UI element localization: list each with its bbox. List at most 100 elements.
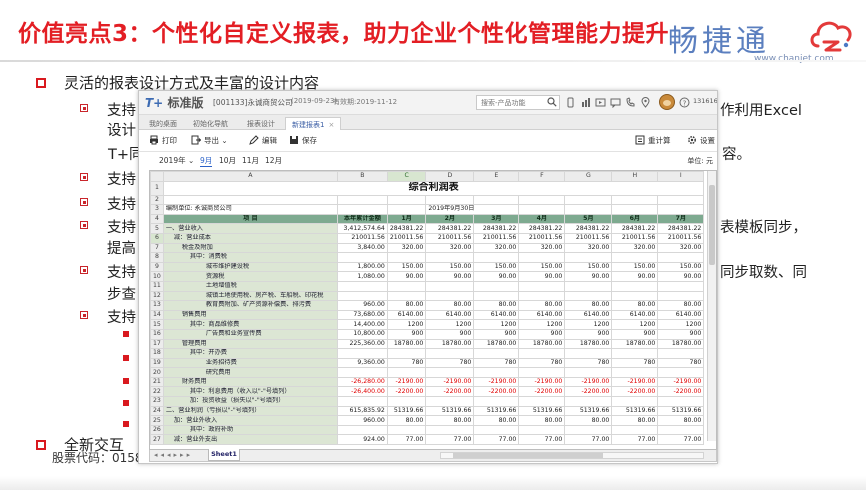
item-label-cell[interactable]: 管理费用	[162, 338, 338, 350]
cell[interactable]	[425, 194, 475, 206]
value-cell[interactable]: 900	[425, 328, 475, 340]
value-cell[interactable]: 210011.56	[425, 232, 475, 244]
value-cell[interactable]: 150.00	[564, 261, 613, 273]
value-cell[interactable]	[425, 424, 475, 436]
item-label-cell[interactable]: 业务招待费	[162, 357, 338, 369]
value-cell[interactable]	[386, 290, 427, 302]
value-cell[interactable]: 80.00	[425, 300, 475, 311]
value-cell[interactable]: 51319.66	[564, 405, 613, 417]
value-cell[interactable]	[518, 252, 566, 263]
value-cell[interactable]: 80.00	[518, 300, 566, 311]
value-cell[interactable]: -2190.00	[657, 376, 705, 388]
mascot-icon[interactable]	[659, 94, 675, 110]
column-header-E[interactable]: E	[473, 171, 520, 182]
value-cell[interactable]	[611, 348, 659, 359]
column-header-C[interactable]: C	[386, 171, 427, 182]
value-cell[interactable]	[611, 280, 659, 292]
value-cell[interactable]: -2200.00	[564, 386, 613, 398]
value-cell[interactable]: 51319.66	[386, 405, 427, 417]
cell[interactable]	[473, 194, 520, 206]
value-cell[interactable]: 150.00	[473, 261, 520, 273]
value-cell[interactable]	[564, 348, 613, 359]
value-cell[interactable]: 210011.56	[336, 232, 388, 244]
header-cell[interactable]: 7月	[657, 213, 705, 225]
month-9-button[interactable]: 9月	[200, 155, 213, 167]
report-title-cell[interactable]: 综合利润表	[162, 180, 705, 196]
item-label-cell[interactable]: 二、营业利润（亏损以"-"号填列）	[162, 405, 338, 417]
value-cell[interactable]: 924.00	[336, 434, 388, 446]
value-cell[interactable]: 6140.00	[611, 309, 659, 321]
value-cell[interactable]: 90.00	[473, 271, 520, 282]
value-cell[interactable]: -2200.00	[518, 386, 566, 398]
item-label-cell[interactable]: 城镇土地使用税、房产税、车船税、印花税	[162, 290, 338, 302]
value-cell[interactable]: -2190.00	[564, 376, 613, 388]
value-cell[interactable]: 320.00	[657, 242, 705, 254]
value-cell[interactable]	[336, 252, 388, 263]
value-cell[interactable]: 80.00	[564, 415, 613, 426]
value-cell[interactable]: 900	[386, 328, 427, 340]
value-cell[interactable]: 18780.00	[473, 338, 520, 350]
value-cell[interactable]: 780	[657, 357, 705, 369]
value-cell[interactable]: 77.00	[425, 434, 475, 446]
value-cell[interactable]: 284381.22	[518, 223, 566, 234]
header-cell[interactable]: 本年累计金额	[336, 213, 388, 225]
item-label-cell[interactable]: 其中：开办费	[162, 348, 338, 359]
cell[interactable]	[386, 194, 427, 206]
value-cell[interactable]: 150.00	[518, 261, 566, 273]
value-cell[interactable]: 6140.00	[473, 309, 520, 321]
value-cell[interactable]	[518, 290, 566, 302]
vertical-scrollbar[interactable]	[707, 171, 716, 441]
item-label-cell[interactable]: 加：投资收益（损失以"-"号填列）	[162, 396, 338, 407]
value-cell[interactable]: 900	[657, 328, 705, 340]
item-label-cell[interactable]: 税金及附加	[162, 242, 338, 254]
value-cell[interactable]: -2200.00	[473, 386, 520, 398]
value-cell[interactable]: -2190.00	[611, 376, 659, 388]
value-cell[interactable]: 90.00	[611, 271, 659, 282]
value-cell[interactable]	[518, 348, 566, 359]
header-cell[interactable]: 2月	[425, 213, 475, 225]
value-cell[interactable]: 3,840.00	[336, 242, 388, 254]
item-label-cell[interactable]: 一、营业收入	[162, 223, 338, 234]
value-cell[interactable]	[336, 424, 388, 436]
item-label-cell[interactable]: 研究费用	[162, 367, 338, 378]
cell[interactable]	[657, 204, 705, 215]
value-cell[interactable]: -2200.00	[425, 386, 475, 398]
value-cell[interactable]	[518, 424, 566, 436]
search-icon[interactable]	[547, 97, 557, 107]
value-cell[interactable]	[611, 252, 659, 263]
value-cell[interactable]: 18780.00	[611, 338, 659, 350]
column-header-D[interactable]: D	[425, 171, 475, 182]
value-cell[interactable]: -2200.00	[657, 386, 705, 398]
value-cell[interactable]	[336, 290, 388, 302]
value-cell[interactable]: 1200	[425, 319, 475, 330]
value-cell[interactable]: 14,400.00	[336, 319, 388, 330]
value-cell[interactable]: 18780.00	[564, 338, 613, 350]
value-cell[interactable]: 6140.00	[518, 309, 566, 321]
corner-cell[interactable]	[150, 171, 164, 182]
value-cell[interactable]: 210011.56	[657, 232, 705, 244]
value-cell[interactable]	[386, 424, 427, 436]
value-cell[interactable]: 210011.56	[386, 232, 427, 244]
month-12-button[interactable]: 12月	[265, 155, 282, 166]
value-cell[interactable]: 51319.66	[657, 405, 705, 417]
value-cell[interactable]: 80.00	[386, 300, 427, 311]
value-cell[interactable]: 320.00	[611, 242, 659, 254]
value-cell[interactable]	[564, 280, 613, 292]
value-cell[interactable]: 1200	[386, 319, 427, 330]
value-cell[interactable]: 90.00	[657, 271, 705, 282]
column-header-A[interactable]: A	[162, 171, 338, 182]
export-button[interactable]: 导出 ⌄	[191, 135, 228, 146]
value-cell[interactable]	[611, 290, 659, 302]
cell[interactable]	[162, 194, 338, 206]
value-cell[interactable]: 80.00	[518, 415, 566, 426]
cell[interactable]	[611, 204, 659, 215]
value-cell[interactable]: 80.00	[564, 300, 613, 311]
value-cell[interactable]: 960.00	[336, 415, 388, 426]
item-label-cell[interactable]: 财务费用	[162, 376, 338, 388]
value-cell[interactable]	[336, 280, 388, 292]
value-cell[interactable]	[518, 367, 566, 378]
value-cell[interactable]: 210011.56	[473, 232, 520, 244]
phone-icon[interactable]	[625, 97, 636, 108]
value-cell[interactable]: 780	[611, 357, 659, 369]
value-cell[interactable]	[611, 367, 659, 378]
